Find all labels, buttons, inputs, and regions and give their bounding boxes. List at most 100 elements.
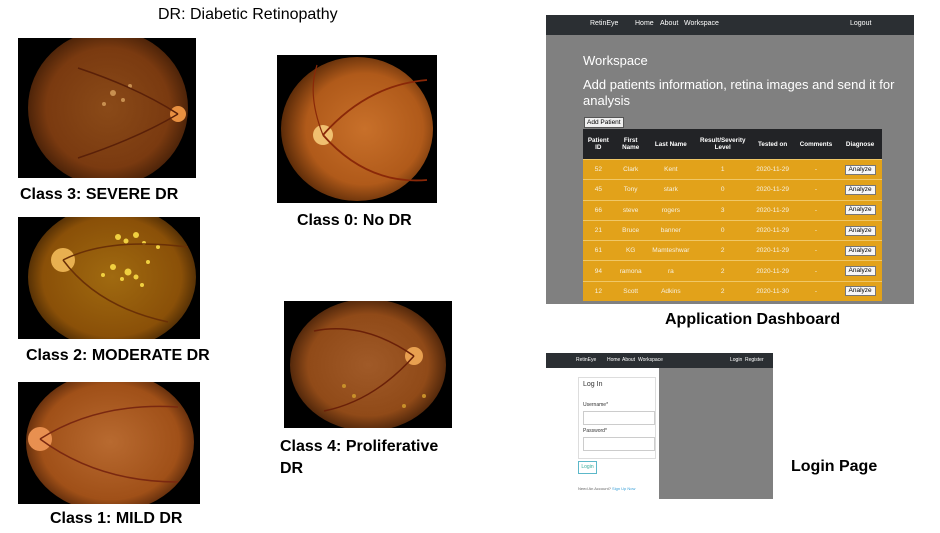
- fundus-image-class0: [277, 55, 437, 203]
- cell-first-name: Bruce: [613, 219, 648, 241]
- workspace-title: Workspace: [583, 53, 648, 68]
- header-comments: Comments: [793, 129, 839, 160]
- cell-level: 2: [694, 240, 752, 261]
- login-button[interactable]: Login: [578, 461, 597, 474]
- cell-first-name: steve: [613, 199, 648, 221]
- cell-comments: -: [793, 240, 839, 261]
- caption-class3: Class 3: SEVERE DR: [20, 186, 179, 203]
- signup-link[interactable]: Sign Up Now: [612, 486, 635, 491]
- cell-diagnose: Analyze: [838, 260, 882, 282]
- nav-workspace[interactable]: Workspace: [684, 20, 719, 27]
- cell-last-name: rogers: [647, 199, 695, 221]
- cell-first-name: Tony: [613, 179, 648, 201]
- cell-diagnose: Analyze: [838, 179, 882, 201]
- nav-register[interactable]: Register: [745, 357, 764, 363]
- caption-class4-line2: DR: [280, 460, 304, 477]
- header-last-name: Last Name: [647, 129, 695, 160]
- cell-last-name: stark: [647, 179, 695, 201]
- analyze-button[interactable]: Analyze: [844, 245, 876, 256]
- login-screenshot: RetinEye Home About Workspace Login Regi…: [546, 353, 773, 499]
- cell-patient-id: 94: [583, 260, 614, 282]
- nav-logout[interactable]: Logout: [850, 20, 871, 27]
- nav-about[interactable]: About: [660, 20, 678, 27]
- username-label: Username*: [583, 402, 609, 408]
- login-nav-home[interactable]: Home: [607, 357, 620, 363]
- cell-tested-on: 2020-11-29: [751, 260, 794, 282]
- cell-tested-on: 2020-11-29: [751, 240, 794, 261]
- header-tested-on: Tested on: [751, 129, 794, 160]
- login-form-box: Log In Username* Password*: [578, 377, 656, 459]
- caption-class4-line1: Class 4: Proliferative: [280, 438, 439, 455]
- cell-level: 3: [694, 199, 752, 221]
- analyze-button[interactable]: Analyze: [844, 225, 876, 236]
- patients-table: Patient ID First Name Last Name Result/Sev…: [583, 129, 882, 302]
- caption-class1: Class 1: MILD DR: [50, 510, 183, 527]
- table-row: 45 Tony stark 0 2020-11-29- Analyze: [583, 179, 882, 201]
- login-brand-link[interactable]: RetinEye: [576, 357, 596, 363]
- cell-first-name: ramona: [613, 260, 648, 282]
- cell-diagnose: Analyze: [838, 280, 882, 302]
- table-row: 94 ramona ra 2 2020-11-29- Analyze: [583, 260, 882, 282]
- header-patient-id: Patient ID: [583, 129, 614, 160]
- navbar: RetinEye Home About Workspace Logout: [546, 15, 914, 35]
- caption-login: Login Page: [791, 458, 878, 475]
- nav-login[interactable]: Login: [730, 357, 742, 363]
- cell-diagnose: Analyze: [838, 158, 882, 180]
- table-row: 21 Bruce banner 0 2020-11-29- Analyze: [583, 219, 882, 241]
- workspace-subtitle: Add patients information, retina images …: [583, 77, 895, 108]
- login-nav-workspace[interactable]: Workspace: [638, 357, 663, 363]
- cell-patient-id: 52: [583, 158, 614, 180]
- cell-comments: -: [793, 260, 839, 282]
- analyze-button[interactable]: Analyze: [844, 266, 876, 277]
- password-input[interactable]: [583, 437, 655, 451]
- analyze-button[interactable]: Analyze: [844, 205, 876, 216]
- table-row: 66 steve rogers 3 2020-11-29- Analyze: [583, 199, 882, 221]
- add-patient-button[interactable]: Add Patient: [584, 117, 624, 128]
- cell-patient-id: 61: [583, 240, 614, 261]
- cell-first-name: Scott: [613, 280, 648, 302]
- cell-first-name: KG: [613, 240, 648, 261]
- table-row: 52 Clark Kent 1 2020-11-29- Analyze: [583, 158, 882, 180]
- cell-patient-id: 21: [583, 219, 614, 241]
- table-row: 12 Scott Adkins 2 2020-11-30- Analyze: [583, 280, 882, 302]
- cell-level: 1: [694, 158, 752, 180]
- cell-diagnose: Analyze: [838, 240, 882, 261]
- cell-tested-on: 2020-11-30: [751, 280, 794, 302]
- analyze-button[interactable]: Analyze: [844, 164, 876, 175]
- dashboard-screenshot: RetinEye Home About Workspace Logout Wor…: [546, 15, 914, 304]
- cell-first-name: Clark: [613, 158, 648, 180]
- fundus-image-class1: [18, 382, 200, 504]
- cell-comments: -: [793, 219, 839, 241]
- header-diagnose: Diagnose: [838, 129, 882, 160]
- cell-last-name: Adkins: [647, 280, 695, 302]
- cell-patient-id: 45: [583, 179, 614, 201]
- figure-title: DR: Diabetic Retinopathy: [158, 6, 338, 23]
- login-nav-about[interactable]: About: [622, 357, 635, 363]
- cell-level: 0: [694, 219, 752, 241]
- caption-class0: Class 0: No DR: [297, 212, 412, 229]
- login-title: Log In: [583, 381, 603, 388]
- cell-level: 2: [694, 260, 752, 282]
- cell-patient-id: 66: [583, 199, 614, 221]
- fundus-image-class4: [284, 301, 452, 428]
- need-account-text: Need An Account? Sign Up Now: [578, 486, 636, 491]
- cell-tested-on: 2020-11-29: [751, 158, 794, 180]
- cell-last-name: ra: [647, 260, 695, 282]
- cell-tested-on: 2020-11-29: [751, 199, 794, 221]
- caption-dashboard: Application Dashboard: [665, 311, 841, 328]
- cell-tested-on: 2020-11-29: [751, 219, 794, 241]
- cell-comments: -: [793, 199, 839, 221]
- password-label: Password*: [583, 428, 607, 434]
- cell-last-name: banner: [647, 219, 695, 241]
- caption-class2: Class 2: MODERATE DR: [26, 347, 210, 364]
- analyze-button[interactable]: Analyze: [844, 286, 876, 297]
- cell-diagnose: Analyze: [838, 199, 882, 221]
- analyze-button[interactable]: Analyze: [844, 184, 876, 195]
- table-row: 61 KG Mamteshwar 2 2020-11-29- Analyze: [583, 240, 882, 261]
- nav-home[interactable]: Home: [635, 20, 654, 27]
- username-input[interactable]: [583, 411, 655, 425]
- cell-patient-id: 12: [583, 280, 614, 302]
- cell-comments: -: [793, 179, 839, 201]
- header-severity-level: Result/Severity Level: [694, 129, 752, 160]
- brand-link[interactable]: RetinEye: [590, 20, 618, 27]
